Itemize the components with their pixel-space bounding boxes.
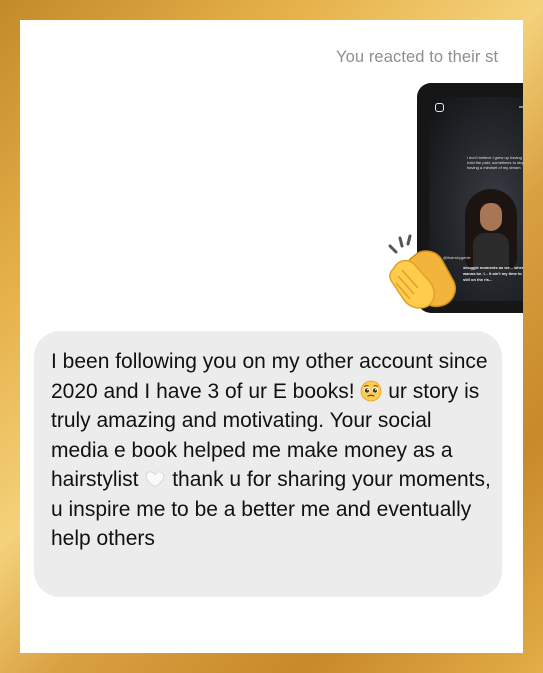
story-caption: i don't believe I grew up having to hold… (467, 155, 523, 170)
white-heart-icon (146, 471, 165, 488)
story-progress-bar (519, 106, 523, 108)
clapping-hands-icon (388, 234, 456, 309)
dm-conversation-screen: You reacted to their st i don't believe … (20, 20, 523, 653)
story-reaction-note: You reacted to their st (336, 48, 499, 66)
story-bottom-text: struggle moments as we... where they wan… (463, 265, 523, 282)
message-bubble[interactable]: I been following you on my other account… (34, 331, 502, 597)
story-topbar (435, 103, 523, 113)
camera-icon (435, 103, 444, 112)
gold-frame: You reacted to their st i don't believe … (0, 0, 543, 673)
pleading-face-icon (360, 380, 382, 401)
message-text: I been following you on my other account… (51, 347, 491, 554)
